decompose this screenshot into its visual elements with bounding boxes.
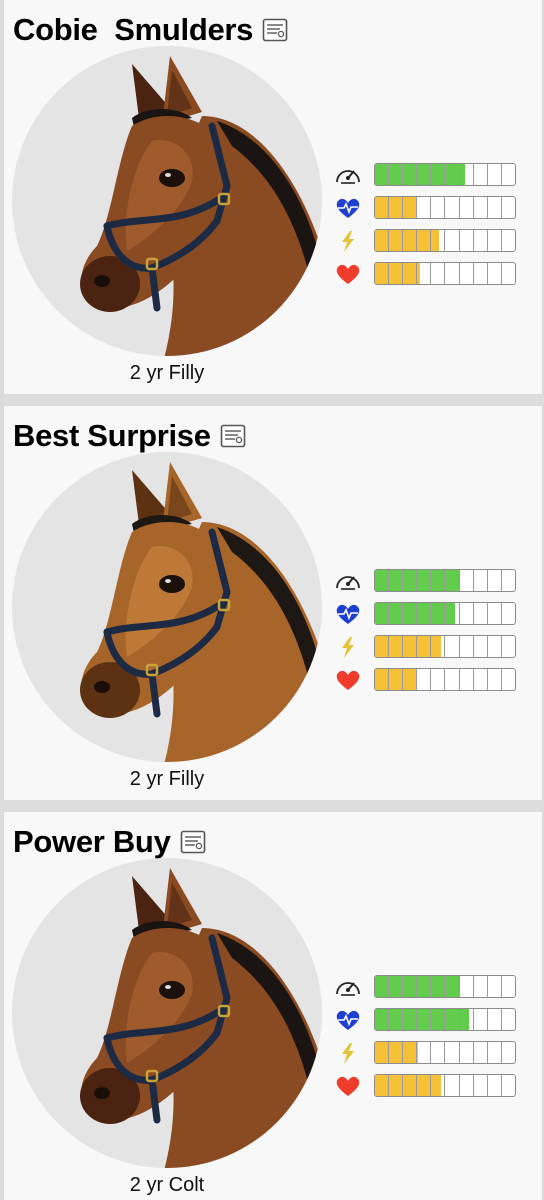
stat-bar	[374, 635, 516, 658]
horse-card[interactable]: Best Surprise 2 yr Filly	[3, 406, 543, 800]
stat-row	[332, 602, 522, 625]
horse-portrait	[12, 452, 322, 762]
stat-row	[332, 1074, 522, 1097]
stat-row	[332, 569, 522, 592]
stat-row	[332, 1041, 522, 1064]
stat-bar	[374, 975, 516, 998]
stat-bar	[374, 569, 516, 592]
heart-icon	[336, 1076, 360, 1096]
stat-row	[332, 229, 522, 252]
stat-bar	[374, 668, 516, 691]
horse-portrait	[12, 46, 322, 356]
stat-row	[332, 1008, 522, 1031]
stat-bar	[374, 262, 516, 285]
stat-bar	[374, 1074, 516, 1097]
stat-bar	[374, 1041, 516, 1064]
stats-panel	[332, 569, 522, 701]
stats-panel	[332, 975, 522, 1107]
stat-row	[332, 975, 522, 998]
stat-row	[332, 668, 522, 691]
speedometer-icon	[336, 576, 360, 590]
heart-icon	[336, 264, 360, 284]
stats-panel	[332, 163, 522, 295]
horse-name: Cobie Smulders	[13, 12, 254, 47]
heart-pulse-icon	[336, 198, 360, 218]
lightning-icon	[342, 231, 354, 252]
horse-name: Best Surprise	[13, 418, 211, 453]
lightning-icon	[342, 1043, 354, 1064]
stat-row	[332, 196, 522, 219]
stat-row	[332, 262, 522, 285]
stat-bar	[374, 196, 516, 219]
speedometer-icon	[336, 982, 360, 996]
horse-age-label: 2 yr Filly	[129, 362, 205, 384]
horse-card[interactable]: Cobie Smulders 2 yr Filly	[3, 0, 543, 394]
heart-icon	[336, 670, 360, 690]
horse-portrait	[12, 858, 322, 1168]
certificate-icon[interactable]	[262, 17, 288, 43]
heart-pulse-icon	[336, 604, 360, 624]
stat-bar	[374, 602, 516, 625]
horse-age-label: 2 yr Colt	[129, 1174, 205, 1196]
horse-card[interactable]: Power Buy 2 yr Colt	[3, 812, 543, 1200]
stat-row	[332, 635, 522, 658]
stat-bar	[374, 1008, 516, 1031]
speedometer-icon	[336, 170, 360, 184]
lightning-icon	[342, 637, 354, 658]
certificate-icon[interactable]	[220, 423, 246, 449]
horse-name: Power Buy	[13, 824, 171, 859]
heart-pulse-icon	[336, 1010, 360, 1030]
stat-bar	[374, 229, 516, 252]
stat-row	[332, 163, 522, 186]
certificate-icon[interactable]	[180, 829, 206, 855]
horse-age-label: 2 yr Filly	[129, 768, 205, 790]
stat-bar	[374, 163, 516, 186]
